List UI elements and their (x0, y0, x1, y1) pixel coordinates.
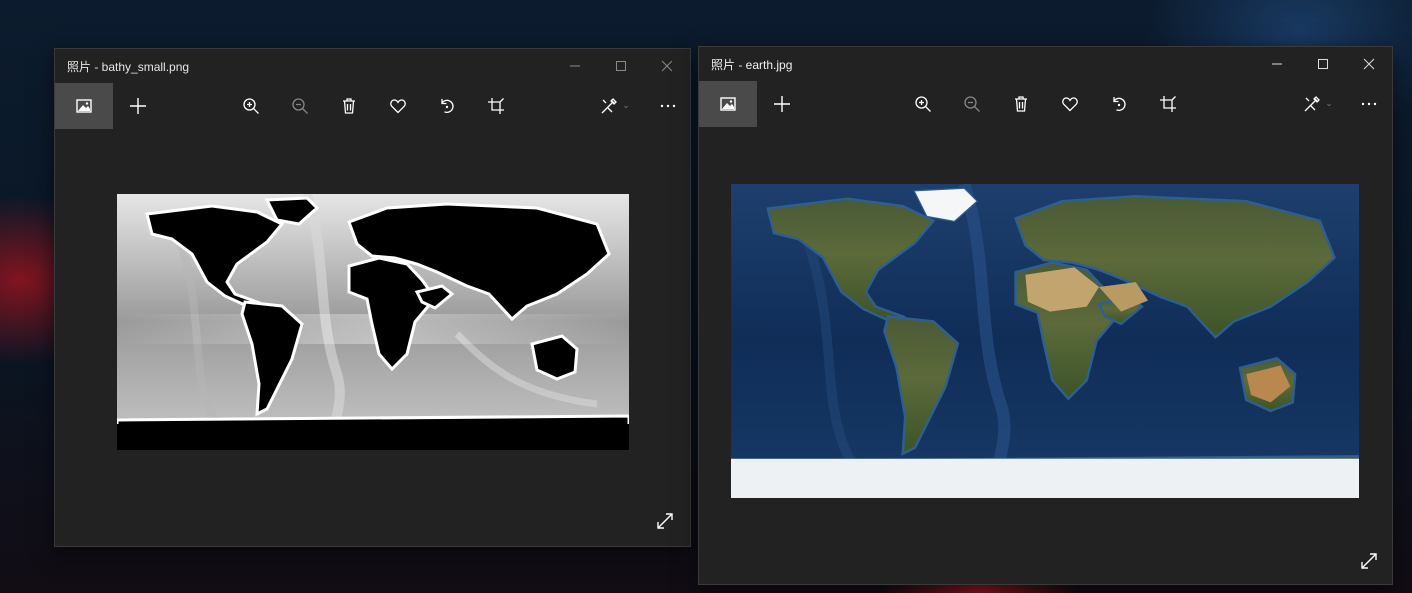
window-title: 照片 - earth.jpg (711, 57, 793, 72)
gallery-icon (76, 99, 92, 113)
rotate-button[interactable] (1097, 81, 1141, 127)
zoom-out-icon (964, 96, 980, 112)
zoom-out-icon (292, 98, 308, 114)
rotate-icon (1113, 97, 1126, 111)
photos-window-earth: 照片 - earth.jpg ⌄ (698, 46, 1393, 585)
edit-create-button[interactable]: ⌄ (1294, 81, 1342, 127)
full-screen-button[interactable] (652, 508, 678, 534)
crop-icon (488, 98, 504, 114)
rotate-button[interactable] (425, 83, 469, 129)
title-bar[interactable]: 照片 - bathy_small.png (55, 49, 690, 83)
close-button[interactable] (644, 49, 690, 83)
delete-button[interactable] (999, 81, 1043, 127)
gallery-button[interactable] (55, 83, 113, 129)
favorite-icon (1062, 97, 1078, 112)
full-screen-button[interactable] (1356, 548, 1382, 574)
minimize-icon (570, 65, 580, 67)
add-icon (130, 98, 146, 114)
title-bar[interactable]: 照片 - earth.jpg (699, 47, 1392, 81)
expand-icon (1361, 553, 1377, 569)
more-icon (660, 104, 676, 108)
zoom-in-icon (915, 96, 931, 112)
zoom-out-button[interactable] (278, 83, 322, 129)
zoom-in-button[interactable] (229, 83, 273, 129)
minimize-icon (1272, 63, 1282, 65)
close-icon (1363, 58, 1375, 70)
gallery-button[interactable] (699, 81, 757, 127)
chevron-down-icon: ⌄ (1325, 99, 1333, 109)
more-button[interactable] (646, 83, 690, 129)
add-button[interactable] (116, 83, 160, 129)
favorite-button[interactable] (376, 83, 420, 129)
favorite-button[interactable] (1048, 81, 1092, 127)
zoom-out-button[interactable] (950, 81, 994, 127)
add-icon (774, 96, 790, 112)
chevron-down-icon: ⌄ (622, 101, 630, 111)
minimize-button[interactable] (1254, 47, 1300, 81)
edit-create-button[interactable]: ⌄ (591, 83, 639, 129)
edit-icon (601, 98, 618, 114)
toolbar: ⌄ (55, 83, 690, 129)
photo-canvas[interactable] (117, 194, 629, 450)
delete-icon (1015, 96, 1027, 112)
zoom-in-icon (243, 98, 259, 114)
maximize-button[interactable] (598, 49, 644, 83)
zoom-in-button[interactable] (901, 81, 945, 127)
more-icon (1361, 102, 1377, 106)
maximize-icon (616, 61, 626, 71)
add-button[interactable] (760, 81, 804, 127)
close-icon (661, 60, 673, 72)
photos-window-bathy: 照片 - bathy_small.png ⌄ (54, 48, 691, 547)
expand-icon (657, 513, 673, 529)
more-button[interactable] (1347, 81, 1391, 127)
bathymetry-map-image (117, 194, 629, 450)
rotate-icon (441, 99, 454, 113)
crop-button[interactable] (474, 83, 518, 129)
gallery-icon (720, 97, 736, 111)
window-title: 照片 - bathy_small.png (67, 59, 190, 74)
crop-icon (1160, 96, 1176, 112)
favorite-icon (390, 99, 406, 114)
delete-icon (343, 98, 355, 114)
minimize-button[interactable] (552, 49, 598, 83)
photo-canvas[interactable] (731, 184, 1359, 498)
crop-button[interactable] (1146, 81, 1190, 127)
maximize-icon (1318, 59, 1328, 69)
edit-icon (1304, 96, 1321, 112)
toolbar: ⌄ (699, 81, 1392, 127)
close-button[interactable] (1346, 47, 1392, 81)
earth-map-image (731, 184, 1359, 498)
delete-button[interactable] (327, 83, 371, 129)
maximize-button[interactable] (1300, 47, 1346, 81)
